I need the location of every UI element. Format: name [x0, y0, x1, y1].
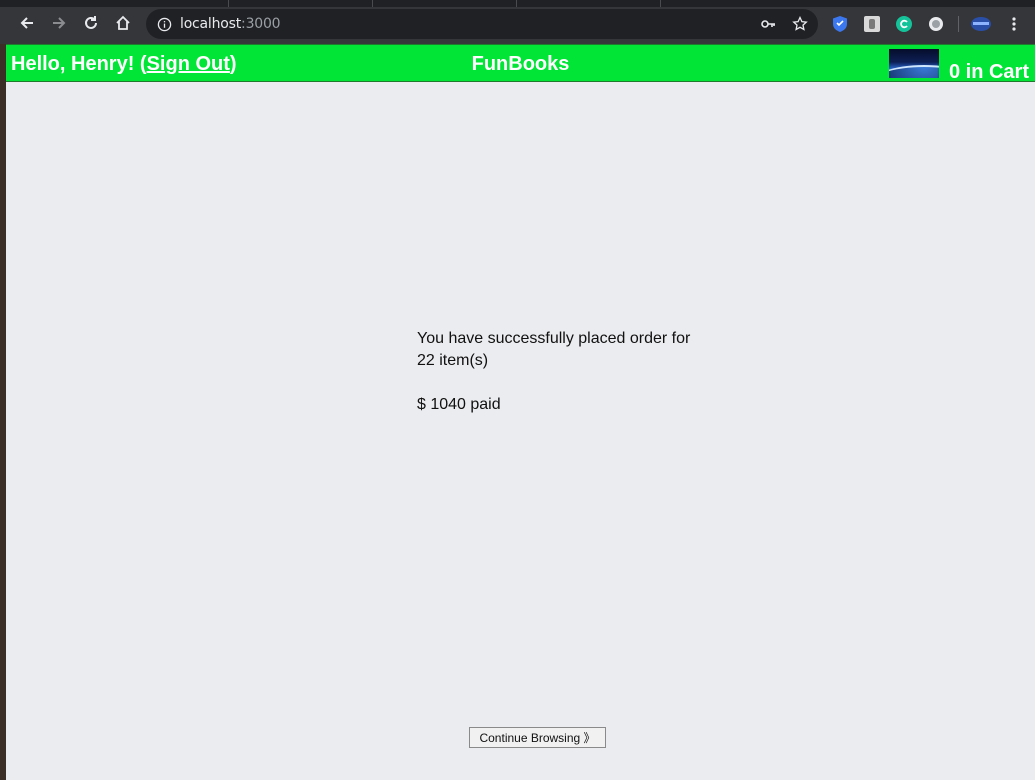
- page: Hello, Henry! (Sign Out) FunBooks 0 in C…: [6, 44, 1035, 780]
- forward-icon[interactable]: [49, 13, 69, 33]
- circle-extension-icon[interactable]: [928, 16, 944, 32]
- cart-count[interactable]: 0 in Cart: [949, 61, 1029, 84]
- order-paid: $ 1040 paid: [417, 396, 501, 413]
- toolbar-divider: [958, 16, 959, 32]
- sign-out-open-paren: (: [134, 53, 147, 75]
- order-confirmation: You have successfully placed order for 2…: [417, 328, 707, 416]
- address-bar[interactable]: localhost:3000: [146, 9, 818, 39]
- url-port: :3000: [241, 16, 281, 32]
- cart-thumbnail[interactable]: [889, 49, 939, 78]
- back-icon[interactable]: [17, 13, 37, 33]
- url-host: localhost: [180, 16, 242, 32]
- key-icon[interactable]: [760, 16, 776, 32]
- brand-title[interactable]: FunBooks: [472, 53, 570, 75]
- site-header: Hello, Henry! (Sign Out) FunBooks 0 in C…: [6, 44, 1035, 84]
- sign-out-link[interactable]: Sign Out: [147, 53, 230, 75]
- greeting-text: Hello, Henry!: [11, 53, 135, 75]
- hand-extension-icon[interactable]: [864, 16, 880, 32]
- tab-separator: [228, 0, 229, 7]
- menu-icon[interactable]: [1006, 16, 1022, 32]
- tab-separator: [516, 0, 517, 7]
- tab-strip: [0, 0, 1035, 7]
- greeting: Hello, Henry! (Sign Out): [11, 53, 237, 76]
- profile-avatar-icon[interactable]: [970, 16, 992, 32]
- reload-icon[interactable]: [81, 13, 101, 33]
- star-icon[interactable]: [792, 16, 808, 32]
- shield-extension-icon[interactable]: [832, 16, 848, 32]
- url-text: localhost:3000: [180, 16, 281, 32]
- continue-browsing-button[interactable]: Continue Browsing 》: [469, 727, 606, 748]
- home-icon[interactable]: [113, 13, 133, 33]
- order-message: You have successfully placed order for 2…: [417, 330, 691, 369]
- info-icon[interactable]: [156, 16, 172, 32]
- earth-horizon-image: [889, 65, 939, 78]
- tab-separator: [372, 0, 373, 7]
- sign-out-close-paren: ): [229, 53, 237, 75]
- grammarly-icon[interactable]: [896, 16, 912, 32]
- tab-separator: [660, 0, 661, 7]
